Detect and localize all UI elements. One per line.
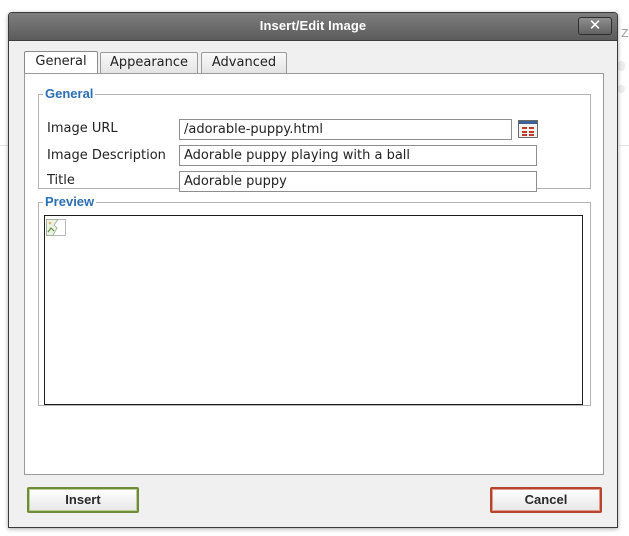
title-label: Title xyxy=(47,173,75,188)
general-legend: General xyxy=(45,86,94,101)
broken-image-icon xyxy=(46,219,66,236)
tab-advanced[interactable]: Advanced xyxy=(201,52,287,73)
close-icon: ✕ xyxy=(588,16,602,34)
general-tab-panel: General Image URL Image Description Titl… xyxy=(24,73,604,475)
image-description-input[interactable] xyxy=(179,145,537,166)
image-description-label: Image Description xyxy=(47,148,166,163)
tab-advanced-label: Advanced xyxy=(211,55,277,70)
background-control xyxy=(617,61,625,71)
general-fieldset: General Image URL Image Description Titl… xyxy=(38,86,591,192)
background-control xyxy=(617,85,625,93)
tab-general-label: General xyxy=(35,54,87,69)
insert-button[interactable]: Insert xyxy=(27,487,139,513)
title-input[interactable] xyxy=(179,171,537,192)
preview-fieldset: Preview xyxy=(38,194,591,406)
close-button[interactable]: ✕ xyxy=(578,17,612,35)
browse-button[interactable] xyxy=(518,120,538,138)
cancel-button[interactable]: Cancel xyxy=(490,487,602,513)
dialog-title: Insert/Edit Image xyxy=(259,18,367,33)
background-divider xyxy=(619,145,629,146)
image-preview xyxy=(44,215,583,405)
insert-edit-image-dialog: Insert/Edit Image ✕ General Appearance A… xyxy=(8,12,618,528)
tab-appearance-label: Appearance xyxy=(109,55,189,70)
image-url-label: Image URL xyxy=(47,121,118,136)
cancel-button-label: Cancel xyxy=(524,492,568,507)
background-page-text: Zo xyxy=(621,27,629,40)
image-url-input[interactable] xyxy=(179,119,512,140)
dialog-titlebar[interactable]: Insert/Edit Image ✕ xyxy=(9,13,617,41)
preview-legend: Preview xyxy=(45,194,95,209)
tab-appearance[interactable]: Appearance xyxy=(100,52,198,73)
insert-button-label: Insert xyxy=(65,492,101,507)
tab-general[interactable]: General xyxy=(24,51,98,74)
